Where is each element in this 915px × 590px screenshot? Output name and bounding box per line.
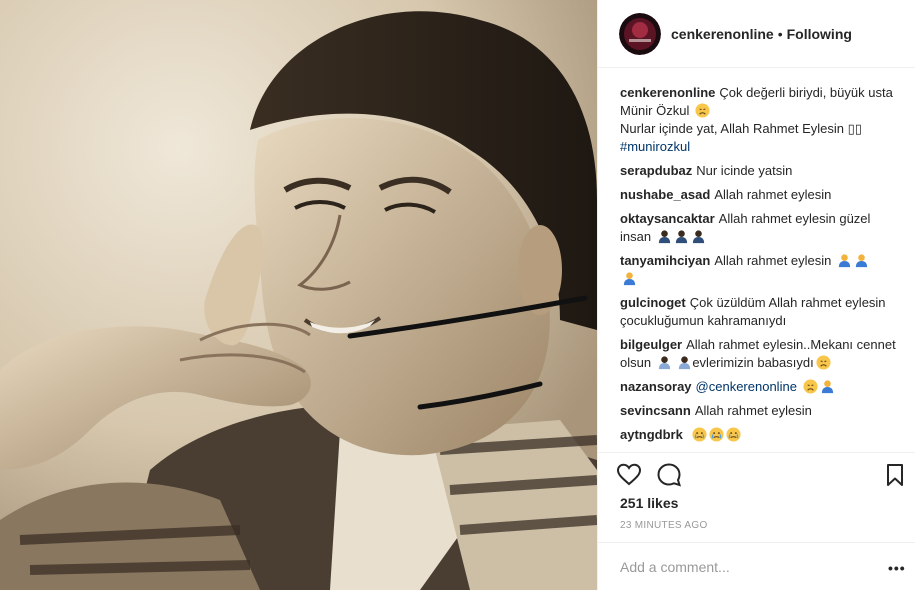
comment-icon (657, 463, 681, 487)
praying-person-icon (658, 356, 670, 370)
praying-person-icon (821, 380, 833, 394)
avatar[interactable] (619, 12, 661, 55)
comment-item: nazansoray @cenkerenonline (620, 378, 902, 396)
following-button[interactable]: Following (787, 26, 852, 42)
comment-text-continued: evlerimizin babasıydı (692, 355, 814, 370)
comment-item: nushabe_asad Allah rahmet eylesin (620, 186, 902, 204)
more-options-button[interactable]: ••• (888, 560, 906, 576)
comments-list: cenkerenonline Çok değerli biriydi, büyük… (598, 80, 915, 452)
praying-person-icon (679, 356, 691, 370)
comment-text: Allah rahmet eylesin (714, 187, 832, 202)
crying-face-icon (692, 427, 707, 442)
comment-item: tanyamihciyan Allah rahmet eylesin (620, 252, 902, 288)
comment-box-divider (598, 542, 915, 543)
praying-person-icon (838, 254, 851, 268)
comment-button[interactable] (656, 462, 682, 488)
comment-username-link[interactable]: serapdubaz (620, 163, 692, 178)
post-caption: cenkerenonline Çok değerli biriydi, büyük… (620, 84, 902, 156)
save-button[interactable] (882, 462, 908, 488)
header-separator: • (777, 25, 783, 42)
heart-icon (616, 463, 642, 486)
caption-text-line2: Nurlar içinde yat, Allah Rahmet Eylesin (620, 121, 844, 136)
post-timestamp[interactable]: 23 MINUTES AGO (620, 520, 708, 531)
comment-item: serapdubaz Nur icinde yatsin (620, 162, 902, 180)
like-button[interactable] (616, 462, 642, 488)
sepia-portrait-image (0, 0, 597, 590)
praying-person-icon (623, 272, 636, 286)
crying-face-icon (726, 427, 741, 442)
praying-person-icon (855, 254, 868, 268)
comment-text: Nur icinde yatsin (696, 163, 793, 178)
caption-username-link[interactable]: cenkerenonline (620, 85, 715, 100)
add-comment-input[interactable] (620, 556, 870, 578)
comment-username-link[interactable]: oktaysancaktar (620, 211, 715, 226)
comment-username-link[interactable]: nushabe_asad (620, 187, 710, 202)
post-header: cenkerenonline • Following (598, 0, 915, 68)
mention-link[interactable]: @cenkerenonline (696, 379, 797, 394)
instagram-post: cenkerenonline • Following cenkerenonlin… (0, 0, 915, 590)
post-side-panel: cenkerenonline • Following cenkerenonlin… (597, 0, 915, 590)
comment-text: Allah rahmet eylesin (694, 403, 812, 418)
header-username-link[interactable]: cenkerenonline (671, 26, 774, 42)
comment-username-link[interactable]: aytngdbrk (620, 427, 683, 442)
praying-person-icon (692, 230, 704, 244)
crying-face-icon (709, 427, 724, 442)
hashtag-link[interactable]: #munirozkul (620, 139, 690, 154)
comment-username-link[interactable]: sevincsann (620, 403, 691, 418)
praying-person-icon (675, 230, 687, 244)
comment-username-link[interactable]: gulcinoget (620, 295, 686, 310)
praying-person-icon (658, 230, 670, 244)
action-bar (616, 458, 906, 490)
comment-item: bilgeulger Allah rahmet eylesin..Mekanı c… (620, 336, 902, 372)
actions-divider (598, 452, 915, 453)
comment-text: Allah rahmet eylesin (714, 253, 832, 268)
comment-username-link[interactable]: nazansoray (620, 379, 692, 394)
comment-item: sevincsann Allah rahmet eylesin (620, 402, 902, 420)
disappointed-face-icon (695, 103, 710, 118)
caption-missing-glyphs: ▯▯ (847, 121, 862, 136)
likes-count[interactable]: 251 likes (620, 495, 678, 511)
sad-face-icon (803, 379, 818, 394)
bookmark-icon (887, 464, 903, 486)
comment-username-link[interactable]: bilgeulger (620, 337, 682, 352)
post-photo[interactable] (0, 0, 597, 590)
comment-item: gulcinoget Çok üzüldüm Allah rahmet eyles… (620, 294, 902, 330)
comment-username-link[interactable]: tanyamihciyan (620, 253, 710, 268)
comment-item: oktaysancaktar Allah rahmet eylesin güzel… (620, 210, 902, 246)
comment-item: aytngdbrk (620, 426, 902, 444)
sad-face-icon (816, 355, 831, 370)
